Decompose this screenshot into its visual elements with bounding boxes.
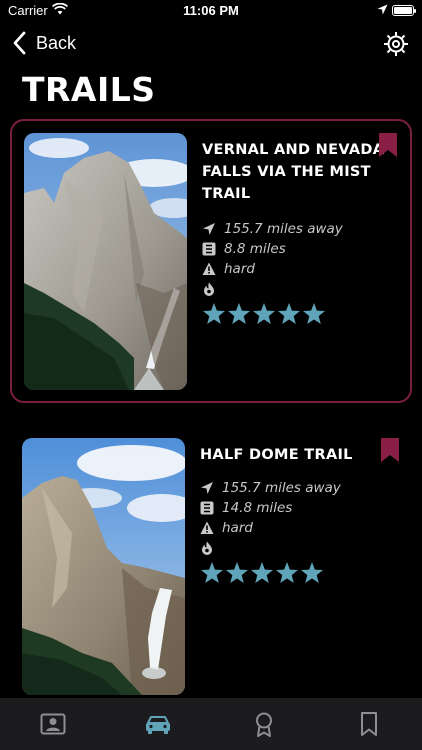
star-icon: [278, 303, 300, 324]
route-icon: [200, 501, 214, 515]
profile-card-icon: [40, 713, 66, 735]
location-arrow-icon: [377, 4, 388, 15]
chevron-left-icon: [13, 31, 26, 55]
clock: 11:06 PM: [183, 3, 239, 18]
rating-stars: [202, 302, 327, 326]
tab-bookmarks[interactable]: [317, 698, 422, 750]
rating-stars: [200, 561, 325, 585]
star-icon: [201, 562, 223, 583]
trail-meta: 155.7 miles away 8.8 miles hard: [202, 219, 343, 299]
car-icon: [146, 716, 171, 734]
tab-profile[interactable]: [0, 698, 106, 750]
trail-card[interactable]: VERNAL AND NEVADA FALLS VIA THE MIST TRA…: [10, 119, 412, 403]
gear-icon[interactable]: [382, 30, 410, 58]
difficulty-row: hard: [202, 259, 343, 279]
bookmark-icon[interactable]: [378, 133, 398, 157]
intensity-row: [202, 279, 343, 299]
length-row: 8.8 miles: [202, 239, 343, 259]
award-icon: [255, 712, 272, 737]
trail-photo: [22, 438, 185, 695]
star-icon: [203, 303, 225, 324]
star-icon: [301, 562, 323, 583]
tab-trails[interactable]: [106, 698, 212, 750]
location-arrow-icon: [203, 223, 215, 235]
tab-bar: [0, 698, 422, 750]
star-icon: [276, 562, 298, 583]
star-icon: [228, 303, 250, 324]
bookmark-outline-icon: [361, 712, 378, 736]
difficulty-row: hard: [200, 518, 341, 538]
back-button[interactable]: Back: [10, 30, 76, 56]
length-row: 14.8 miles: [200, 498, 341, 518]
distance-away-row: 155.7 miles away: [202, 219, 343, 239]
trail-length: 14.8 miles: [222, 500, 293, 516]
status-bar: Carrier 11:06 PM: [0, 0, 422, 22]
star-icon: [226, 562, 248, 583]
warning-icon: [200, 521, 214, 534]
battery-icon: [392, 5, 416, 16]
trail-meta: 155.7 miles away 14.8 miles hard: [200, 478, 341, 558]
trail-card[interactable]: HALF DOME TRAIL 155.7 miles away 14.8 mi…: [10, 426, 412, 710]
route-icon: [202, 242, 216, 256]
star-icon: [253, 303, 275, 324]
distance-away-row: 155.7 miles away: [200, 478, 341, 498]
warning-icon: [202, 262, 216, 275]
flame-icon: [202, 541, 212, 555]
trail-length: 8.8 miles: [224, 241, 286, 257]
location-arrow-icon: [201, 482, 213, 494]
trail-name: VERNAL AND NEVADA FALLS VIA THE MIST TRA…: [202, 142, 385, 202]
distance-away: 155.7 miles away: [222, 480, 341, 496]
trail-photo: [24, 133, 187, 390]
flame-icon: [204, 282, 214, 296]
distance-away: 155.7 miles away: [224, 221, 343, 237]
bookmark-icon[interactable]: [380, 438, 400, 462]
navigation-bar: Back: [0, 28, 422, 60]
intensity-row: [200, 538, 341, 558]
trail-name: HALF DOME TRAIL: [200, 447, 353, 463]
star-icon: [251, 562, 273, 583]
trail-difficulty: hard: [222, 520, 253, 536]
back-button-label: Back: [36, 32, 77, 53]
tab-achievements[interactable]: [211, 698, 317, 750]
star-icon: [303, 303, 325, 324]
page-title: TRAILS: [22, 70, 156, 109]
trail-difficulty: hard: [224, 261, 255, 277]
